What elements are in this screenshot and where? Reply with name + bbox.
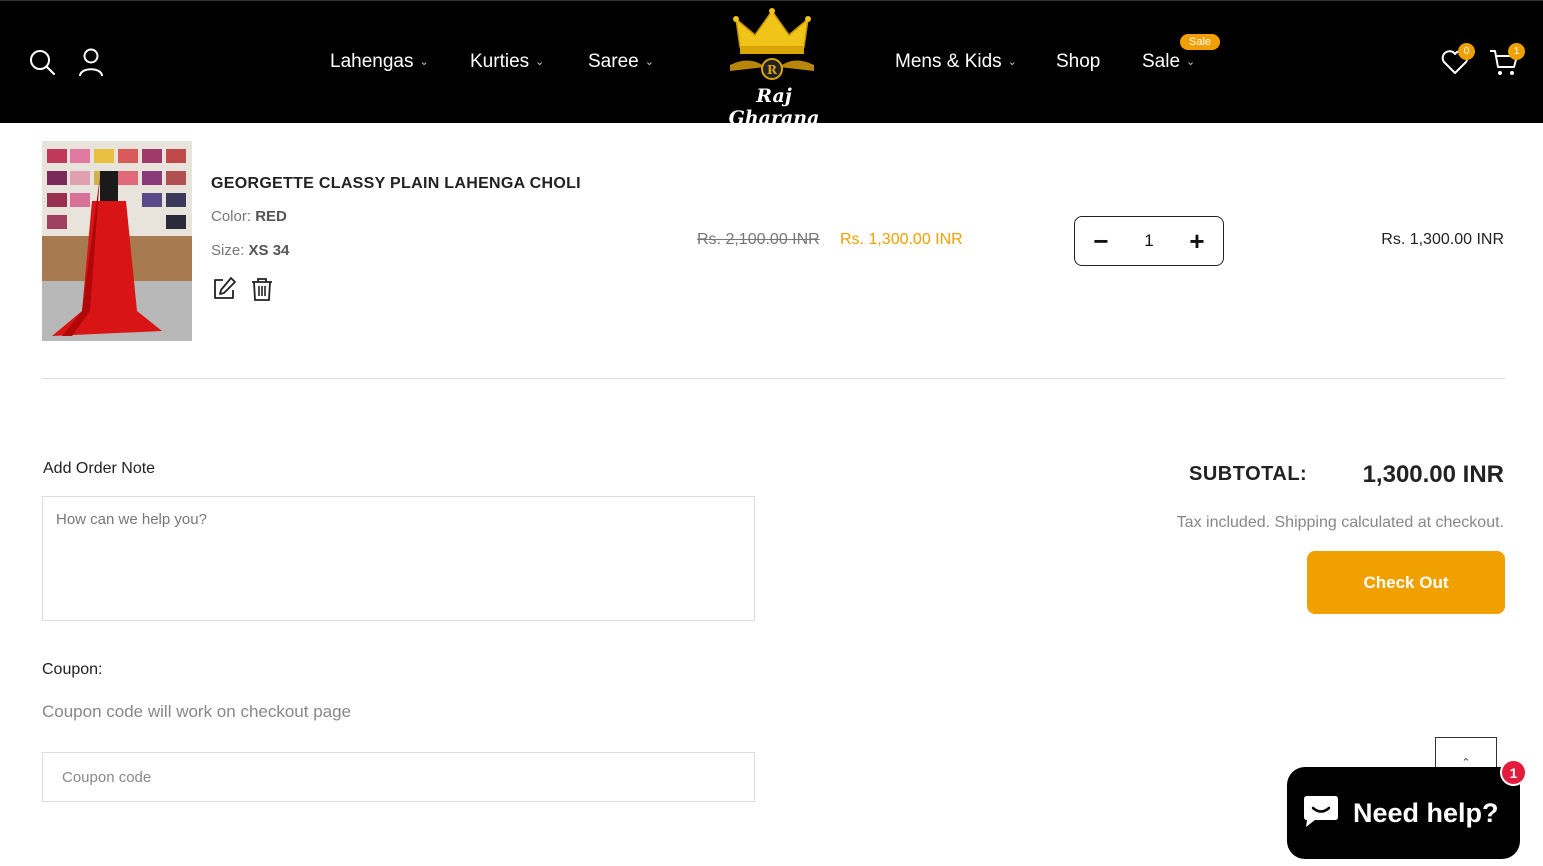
- chevron-down-icon: ⌄: [535, 55, 545, 68]
- nav-shop[interactable]: Shop: [1056, 51, 1100, 73]
- color-value: RED: [255, 208, 287, 225]
- chat-notification-badge: 1: [1500, 759, 1527, 786]
- product-title[interactable]: GEORGETTE CLASSY PLAIN LAHENGA CHOLI: [211, 175, 581, 193]
- quantity-value[interactable]: 1: [1144, 231, 1153, 251]
- chevron-down-icon: ⌄: [644, 55, 654, 68]
- order-note-label: Add Order Note: [43, 460, 156, 477]
- logo-text: Raj Gharana: [728, 85, 820, 129]
- nav-label: Shop: [1056, 51, 1101, 72]
- size-value: XS 34: [248, 242, 290, 259]
- edit-icon[interactable]: [211, 276, 237, 302]
- quantity-stepper: − 1 +: [1074, 216, 1224, 266]
- wishlist-count-badge: 0: [1458, 43, 1475, 60]
- chat-bubble-icon: [1301, 793, 1341, 834]
- nav-sale[interactable]: Sale ⌄: [1142, 51, 1195, 73]
- subtotal-value: 1,300.00 INR: [1362, 461, 1504, 488]
- nav-kurties[interactable]: Kurties ⌄: [470, 51, 544, 73]
- product-color: Color: RED: [211, 208, 287, 225]
- product-size: Size: XS 34: [211, 242, 289, 259]
- divider: [42, 378, 1505, 379]
- increase-quantity-button[interactable]: +: [1185, 228, 1209, 254]
- nav-label: Lahengas: [330, 51, 414, 72]
- coupon-label: Coupon:: [42, 661, 103, 678]
- nav-label: Mens & Kids: [895, 51, 1002, 72]
- nav-mens-kids[interactable]: Mens & Kids ⌄: [895, 51, 1017, 73]
- nav-saree[interactable]: Saree ⌄: [588, 51, 654, 73]
- nav-lahengas[interactable]: Lahengas ⌄: [330, 51, 429, 73]
- coupon-hint: Coupon code will work on checkout page: [42, 702, 352, 721]
- coupon-code-input[interactable]: [42, 752, 755, 802]
- order-note-field[interactable]: [42, 496, 755, 621]
- decrease-quantity-button[interactable]: −: [1089, 228, 1113, 254]
- search-icon[interactable]: [27, 46, 57, 78]
- chat-help-button[interactable]: Need help?: [1287, 767, 1520, 859]
- account-icon[interactable]: [76, 46, 106, 78]
- cart-count-badge: 1: [1508, 43, 1525, 60]
- color-label: Color:: [211, 208, 252, 225]
- nav-label: Kurties: [470, 51, 530, 72]
- checkout-button[interactable]: Check Out: [1307, 551, 1505, 614]
- site-header: Lahengas ⌄ Kurties ⌄ Saree ⌄ R Raj Ghara…: [0, 0, 1543, 129]
- size-label: Size:: [211, 242, 245, 259]
- original-price: Rs. 2,100.00 INR: [697, 231, 820, 248]
- svg-text:R: R: [767, 63, 778, 77]
- chat-label: Need help?: [1353, 797, 1499, 828]
- chevron-down-icon: ⌄: [419, 55, 429, 68]
- nav-label: Sale: [1142, 51, 1181, 72]
- trash-icon[interactable]: [249, 276, 275, 302]
- sale-badge: Sale: [1180, 34, 1221, 50]
- nav-label: Saree: [588, 51, 639, 72]
- subtotal-label: SUBTOTAL:: [1189, 463, 1308, 485]
- product-image[interactable]: [42, 141, 192, 341]
- line-total: Rs. 1,300.00 INR: [1381, 231, 1504, 248]
- tax-note: Tax included. Shipping calculated at che…: [1176, 514, 1504, 531]
- chevron-down-icon: ⌄: [1186, 55, 1196, 68]
- chevron-down-icon: ⌄: [1007, 55, 1017, 68]
- sale-price: Rs. 1,300.00 INR: [840, 231, 963, 248]
